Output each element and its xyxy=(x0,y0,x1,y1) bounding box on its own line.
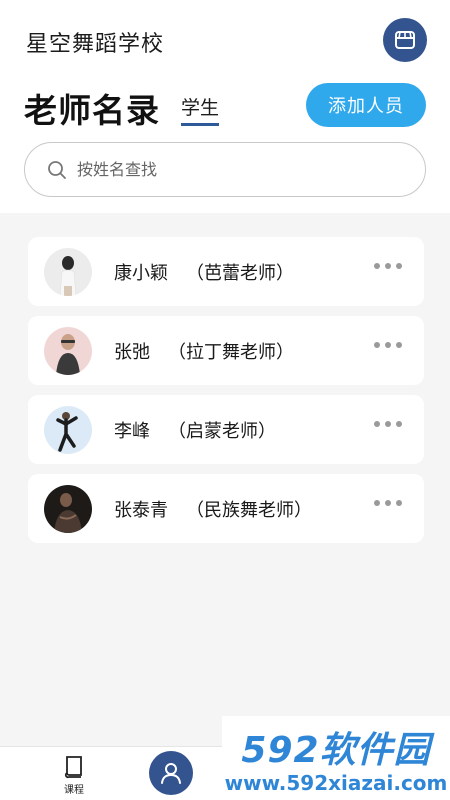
nav-courses[interactable]: 课程 xyxy=(44,755,104,796)
tab-students[interactable]: 学生 xyxy=(181,93,220,126)
more-options-icon[interactable] xyxy=(374,263,402,269)
teacher-name: 张弛 xyxy=(114,341,150,363)
list-item[interactable]: 张泰青 （民族舞老师） xyxy=(28,474,424,543)
watermark-url: www.592xiazai.com xyxy=(224,771,448,795)
more-options-icon[interactable] xyxy=(374,342,402,348)
teacher-name: 张泰青 xyxy=(114,499,168,521)
page-title: 老师名录 xyxy=(24,91,160,130)
avatar xyxy=(44,326,92,375)
teacher-name: 康小颖 xyxy=(114,262,168,284)
more-options-icon[interactable] xyxy=(374,421,402,427)
teacher-role: （芭蕾老师） xyxy=(186,262,294,284)
search-input[interactable] xyxy=(77,160,377,179)
teacher-role: （拉丁舞老师） xyxy=(168,341,294,363)
teacher-name: 李峰 xyxy=(114,420,150,442)
more-options-icon[interactable] xyxy=(374,500,402,506)
nav-people[interactable] xyxy=(149,751,193,795)
teacher-list: 康小颖 （芭蕾老师） 张弛 （拉丁舞老师） 李峰 （启蒙老师） 张泰青 （民族舞… xyxy=(0,213,450,746)
avatar xyxy=(44,405,92,454)
header-area: 星空舞蹈学校 老师名录 学生 添加人员 xyxy=(0,0,450,213)
search-icon xyxy=(47,160,67,180)
teacher-role: （启蒙老师） xyxy=(168,420,276,442)
list-item[interactable]: 张弛 （拉丁舞老师） xyxy=(28,316,424,385)
store-button[interactable] xyxy=(383,18,427,62)
school-name: 星空舞蹈学校 xyxy=(26,32,165,57)
watermark: 592软件园 www.592xiazai.com xyxy=(222,716,450,800)
watermark-brand: 592软件园 xyxy=(241,730,431,771)
list-item[interactable]: 康小颖 （芭蕾老师） xyxy=(28,237,424,306)
search-bar[interactable] xyxy=(24,142,426,197)
add-member-button[interactable]: 添加人员 xyxy=(306,83,426,127)
avatar xyxy=(44,484,92,533)
avatar xyxy=(44,247,92,296)
teacher-role: （民族舞老师） xyxy=(186,499,312,521)
nav-courses-label: 课程 xyxy=(64,785,84,796)
person-icon xyxy=(161,763,181,784)
store-icon xyxy=(395,31,415,49)
book-icon xyxy=(64,756,82,779)
list-item[interactable]: 李峰 （启蒙老师） xyxy=(28,395,424,464)
